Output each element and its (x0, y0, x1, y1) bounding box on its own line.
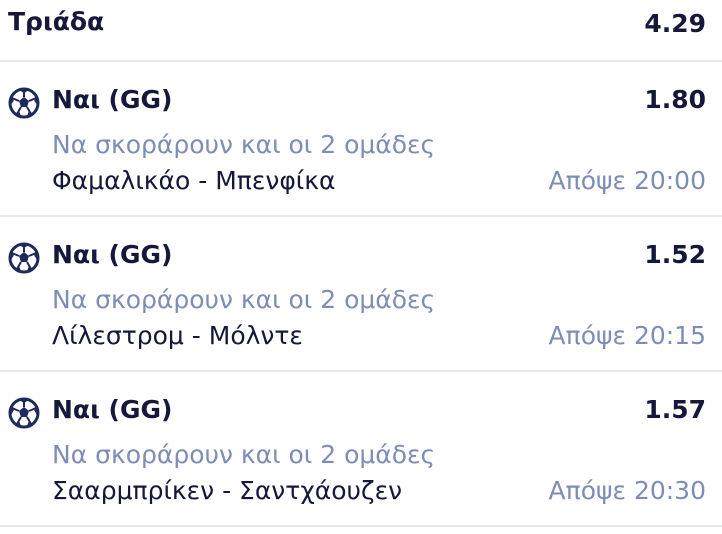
bet-item[interactable]: Ναι (GG) 1.80 Να σκοράρουν και οι 2 ομάδ… (0, 62, 722, 217)
bet-time: Απόψε 20:30 (548, 476, 706, 505)
bet-market: Να σκοράρουν και οι 2 ομάδες (52, 130, 436, 159)
bet-odds: 1.52 (644, 240, 706, 269)
bet-odds: 1.57 (644, 395, 706, 424)
bet-time: Απόψε 20:00 (548, 166, 706, 195)
bet-item[interactable]: Ναι (GG) 1.57 Να σκοράρουν και οι 2 ομάδ… (0, 372, 722, 527)
bet-time: Απόψε 20:15 (548, 321, 706, 350)
bet-match[interactable]: Φαμαλικάο - Μπενφίκα (52, 166, 335, 195)
bet-type-title: Τριάδα (8, 7, 105, 36)
bet-selection: Ναι (GG) (52, 85, 173, 114)
betslip-header: Τριάδα 4.29 (0, 0, 722, 62)
soccer-ball-icon (8, 397, 40, 429)
bet-market: Να σκοράρουν και οι 2 ομάδες (52, 440, 436, 469)
bet-selection: Ναι (GG) (52, 395, 173, 424)
bet-market: Να σκοράρουν και οι 2 ομάδες (52, 285, 436, 314)
soccer-ball-icon (8, 87, 40, 119)
bet-match[interactable]: Σααρμπρίκεν - Σαντχάουζεν (52, 476, 402, 505)
total-odds: 4.29 (644, 9, 706, 38)
bet-selection: Ναι (GG) (52, 240, 173, 269)
soccer-ball-icon (8, 242, 40, 274)
bet-match[interactable]: Λίλεστρομ - Μόλντε (52, 321, 303, 350)
bet-item[interactable]: Ναι (GG) 1.52 Να σκοράρουν και οι 2 ομάδ… (0, 217, 722, 372)
bet-odds: 1.80 (644, 85, 706, 114)
